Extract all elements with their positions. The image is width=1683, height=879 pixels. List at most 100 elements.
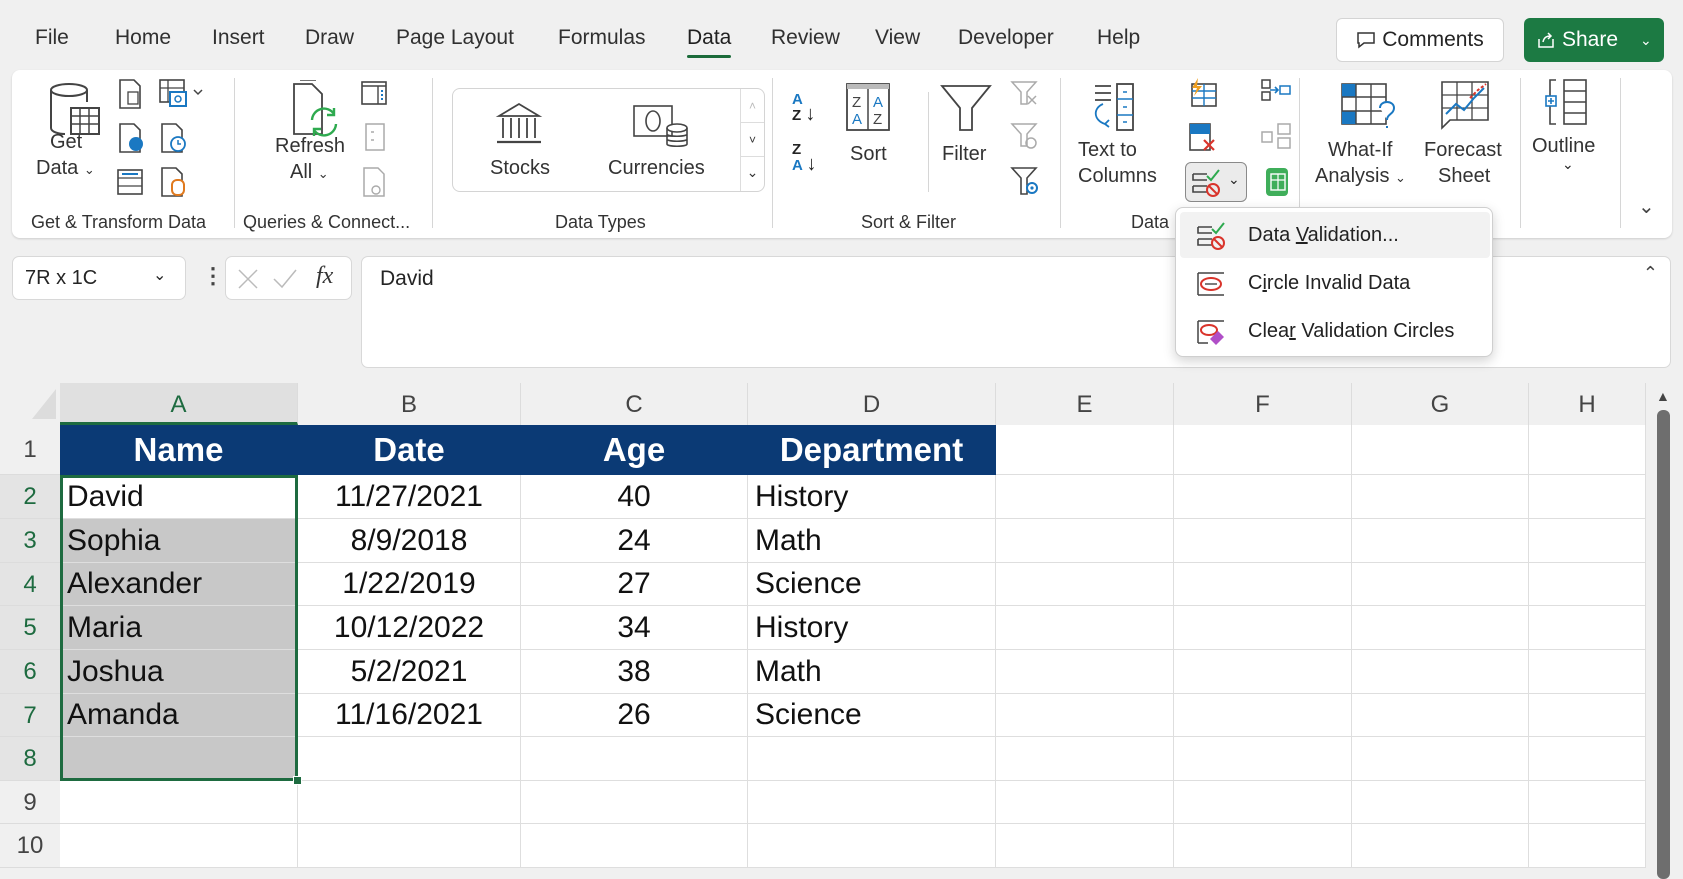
cell-d9[interactable] xyxy=(748,781,996,824)
column-header-f[interactable]: F xyxy=(1174,383,1352,425)
tab-data[interactable]: Data xyxy=(687,26,732,58)
cell-d6[interactable]: Math xyxy=(748,650,996,694)
cell-c8[interactable] xyxy=(521,737,748,781)
column-header-e[interactable]: E xyxy=(996,383,1174,425)
cell-f8[interactable] xyxy=(1174,737,1352,781)
cell-a8[interactable] xyxy=(60,737,298,781)
row-header-4[interactable]: 4 xyxy=(0,563,60,606)
cell-b1[interactable]: Date xyxy=(298,425,521,475)
collapse-formula-bar-icon[interactable]: ⌃ xyxy=(1643,263,1658,284)
cell-b6[interactable]: 5/2/2021 xyxy=(298,650,521,694)
comments-button[interactable]: Comments xyxy=(1336,18,1504,62)
cell-d4[interactable]: Science xyxy=(748,563,996,606)
tab-review[interactable]: Review xyxy=(771,26,840,50)
cell-f5[interactable] xyxy=(1174,606,1352,650)
cell-b8[interactable] xyxy=(298,737,521,781)
cell-f7[interactable] xyxy=(1174,694,1352,737)
column-header-d[interactable]: D xyxy=(748,383,996,425)
menu-item-data-validation[interactable]: Data Validation... xyxy=(1180,212,1490,258)
cell-c3[interactable]: 24 xyxy=(521,519,748,563)
filter-label[interactable]: Filter xyxy=(942,140,986,168)
cell-d2[interactable]: History xyxy=(748,475,996,519)
cell-a9[interactable] xyxy=(60,781,298,824)
cell-b9[interactable] xyxy=(298,781,521,824)
cell-e4[interactable] xyxy=(996,563,1174,606)
flash-fill-icon[interactable] xyxy=(1188,78,1218,108)
cell-c6[interactable]: 38 xyxy=(521,650,748,694)
what-if-analysis-icon[interactable] xyxy=(1340,82,1398,132)
outline-chevron-icon[interactable]: ⌄ xyxy=(1562,156,1574,173)
sort-icon[interactable]: ZAAZ xyxy=(845,82,891,132)
tab-file[interactable]: File xyxy=(35,26,69,50)
refresh-label-1[interactable]: Refresh xyxy=(275,132,345,160)
cell-e9[interactable] xyxy=(996,781,1174,824)
cell-b10[interactable] xyxy=(298,824,521,868)
tab-help[interactable]: Help xyxy=(1097,26,1140,50)
from-table-range-icon[interactable] xyxy=(116,168,144,196)
cell-f9[interactable] xyxy=(1174,781,1352,824)
tab-insert[interactable]: Insert xyxy=(212,26,265,50)
forecast-sheet-icon[interactable] xyxy=(1440,80,1494,132)
consolidate-icon[interactable] xyxy=(1260,78,1292,104)
row-header-10[interactable]: 10 xyxy=(0,824,60,868)
cell-g2[interactable] xyxy=(1352,475,1529,519)
get-data-label-1[interactable]: Get xyxy=(50,128,82,156)
fill-handle[interactable] xyxy=(293,776,302,785)
gallery-up-icon[interactable]: ˄ xyxy=(741,89,764,123)
text-to-columns-icon[interactable] xyxy=(1089,82,1139,136)
tab-home[interactable]: Home xyxy=(115,26,171,50)
column-header-b[interactable]: B xyxy=(298,383,521,425)
cell-a6[interactable]: Joshua xyxy=(60,650,298,694)
cell-g8[interactable] xyxy=(1352,737,1529,781)
gallery-scroll[interactable]: ˄ ˅ ⌄ xyxy=(740,89,764,191)
cell-f4[interactable] xyxy=(1174,563,1352,606)
cancel-icon[interactable] xyxy=(236,267,260,291)
menu-item-clear-validation-circles[interactable]: Clear Validation Circles xyxy=(1180,308,1490,354)
cell-h7[interactable] xyxy=(1529,694,1646,737)
cell-h1[interactable] xyxy=(1529,425,1646,475)
cell-g4[interactable] xyxy=(1352,563,1529,606)
share-dropdown-chevron-icon[interactable]: ⌄ xyxy=(1640,32,1652,49)
cell-g1[interactable] xyxy=(1352,425,1529,475)
cell-a2[interactable]: David xyxy=(60,475,298,519)
cell-b7[interactable]: 11/16/2021 xyxy=(298,694,521,737)
recent-sources-icon[interactable] xyxy=(160,122,188,154)
gallery-down-icon[interactable]: ˅ xyxy=(741,123,764,157)
cell-d3[interactable]: Math xyxy=(748,519,996,563)
cell-h5[interactable] xyxy=(1529,606,1646,650)
filter-icon[interactable] xyxy=(940,82,992,134)
formula-bar-options-icon[interactable]: ⋮ xyxy=(202,263,224,289)
cell-e6[interactable] xyxy=(996,650,1174,694)
sort-z-to-a-button[interactable]: ZA ↓ xyxy=(792,142,816,174)
cell-c1[interactable]: Age xyxy=(521,425,748,475)
cell-h3[interactable] xyxy=(1529,519,1646,563)
cell-h9[interactable] xyxy=(1529,781,1646,824)
column-header-g[interactable]: G xyxy=(1352,383,1529,425)
cell-d8[interactable] xyxy=(748,737,996,781)
stocks-icon[interactable] xyxy=(495,102,543,146)
cell-f3[interactable] xyxy=(1174,519,1352,563)
cell-e2[interactable] xyxy=(996,475,1174,519)
cell-a4[interactable]: Alexander xyxy=(60,563,298,606)
cell-d10[interactable] xyxy=(748,824,996,868)
text-to-columns-label-1[interactable]: Text to xyxy=(1078,136,1137,164)
vertical-scrollbar-thumb[interactable] xyxy=(1657,410,1670,879)
cell-a7[interactable]: Amanda xyxy=(60,694,298,737)
cell-a5[interactable]: Maria xyxy=(60,606,298,650)
text-to-columns-label-2[interactable]: Columns xyxy=(1078,162,1157,190)
enter-check-icon[interactable] xyxy=(272,267,298,291)
cell-e8[interactable] xyxy=(996,737,1174,781)
existing-connections-icon[interactable] xyxy=(160,166,188,198)
cell-d1[interactable]: Department xyxy=(748,425,996,475)
cell-c10[interactable] xyxy=(521,824,748,868)
select-all-corner[interactable] xyxy=(30,385,58,421)
cell-b2[interactable]: 11/27/2021 xyxy=(298,475,521,519)
sort-label[interactable]: Sort xyxy=(850,140,887,168)
insert-function-icon[interactable]: fx xyxy=(316,263,333,290)
cell-g5[interactable] xyxy=(1352,606,1529,650)
cell-h2[interactable] xyxy=(1529,475,1646,519)
what-if-analysis-button[interactable]: Analysis ⌄ xyxy=(1315,162,1406,192)
name-box-chevron-icon[interactable]: ⌄ xyxy=(153,265,166,285)
cell-h10[interactable] xyxy=(1529,824,1646,868)
outline-icon[interactable] xyxy=(1544,78,1592,128)
